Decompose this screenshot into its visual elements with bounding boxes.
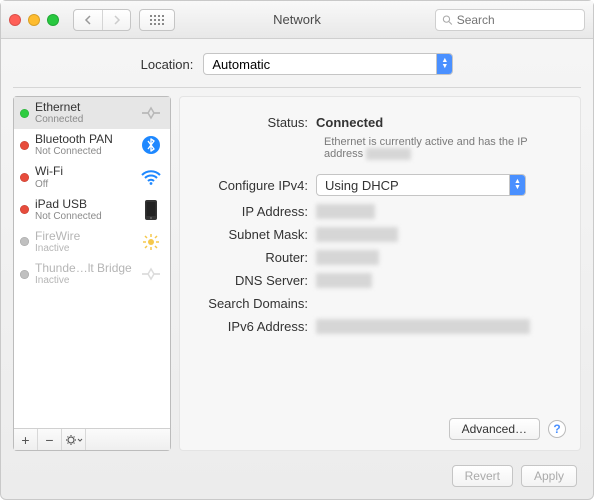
- sidebar-item-wifi[interactable]: Wi-FiOff: [14, 161, 170, 193]
- sidebar-item-thunderbolt[interactable]: Thunde…lt BridgeInactive: [14, 258, 170, 290]
- field-value: x x xxx xx: [316, 273, 564, 288]
- advanced-button[interactable]: Advanced…: [449, 418, 540, 440]
- field-label: DNS Server:: [196, 273, 316, 288]
- titlebar: Network: [1, 1, 593, 39]
- sidebar-item-firewire[interactable]: FireWireInactive: [14, 226, 170, 258]
- field-value: xxx xxx xxx xx: [316, 227, 564, 242]
- show-all-button[interactable]: [139, 9, 175, 31]
- back-button[interactable]: [74, 10, 102, 30]
- help-button[interactable]: ?: [548, 420, 566, 438]
- apply-button[interactable]: Apply: [521, 465, 577, 487]
- status-value: Connected: [316, 115, 383, 130]
- status-description: Ethernet is currently active and has the…: [196, 134, 564, 170]
- wifi-icon: [138, 166, 164, 188]
- updown-arrows-icon: ▲▼: [436, 54, 452, 74]
- service-status: Not Connected: [35, 146, 132, 157]
- nav-back-forward: [73, 9, 131, 31]
- status-dot-icon: [20, 270, 29, 279]
- location-row: Location: Automatic ▲▼: [1, 39, 593, 87]
- sidebar-item-ethernet[interactable]: EthernetConnected: [14, 97, 170, 129]
- service-name: FireWire: [35, 230, 132, 243]
- service-name: Bluetooth PAN: [35, 133, 132, 146]
- location-dropdown[interactable]: Automatic ▲▼: [203, 53, 453, 75]
- service-status: Inactive: [35, 243, 132, 254]
- detail-row: Subnet Mask:xxx xxx xxx xx: [196, 223, 564, 246]
- main-area: EthernetConnectedBluetooth PANNot Connec…: [1, 88, 593, 459]
- service-name: iPad USB: [35, 198, 132, 211]
- detail-row: IP Address:xxx xxx xx: [196, 200, 564, 223]
- service-status: Off: [35, 179, 132, 190]
- status-dot-icon: [20, 237, 29, 246]
- detail-row: IPv6 Address:xxxx xxxx xxxx x xxxx xxxx …: [196, 315, 564, 338]
- zoom-window-button[interactable]: [47, 14, 59, 26]
- window-controls: [9, 14, 59, 26]
- add-service-button[interactable]: +: [14, 429, 38, 450]
- redacted-value: x x xxx xx: [316, 273, 372, 288]
- chevron-left-icon: [84, 15, 92, 25]
- network-pref-window: Network Location: Automatic ▲▼ EthernetC…: [0, 0, 594, 500]
- sidebar-item-bluetooth[interactable]: Bluetooth PANNot Connected: [14, 129, 170, 161]
- redacted-value: xxx xxx xx: [316, 204, 375, 219]
- close-window-button[interactable]: [9, 14, 21, 26]
- service-status: Connected: [35, 114, 132, 125]
- minimize-window-button[interactable]: [28, 14, 40, 26]
- field-label: Router:: [196, 250, 316, 265]
- location-label: Location:: [141, 57, 194, 72]
- sidebar-footer: + −: [14, 428, 170, 450]
- service-name: Wi-Fi: [35, 165, 132, 178]
- status-dot-icon: [20, 141, 29, 150]
- field-label: Search Domains:: [196, 296, 316, 311]
- bluetooth-icon: [138, 134, 164, 156]
- field-value: xxxx xxxx xxxx x xxxx xxxx xxxx xxxx: [316, 319, 564, 334]
- detail-row: Router:xxx xxx x x: [196, 246, 564, 269]
- services-sidebar: EthernetConnectedBluetooth PANNot Connec…: [13, 96, 171, 451]
- detail-row: DNS Server:x x xxx xx: [196, 269, 564, 292]
- service-detail-pane: Status: Connected Ethernet is currently …: [179, 96, 581, 451]
- field-value: xxx xxx x x: [316, 250, 564, 265]
- service-name: Ethernet: [35, 101, 132, 114]
- services-list: EthernetConnectedBluetooth PANNot Connec…: [14, 97, 170, 428]
- service-name: Thunde…lt Bridge: [35, 262, 132, 275]
- field-label: IPv6 Address:: [196, 319, 316, 334]
- firewire-icon: [138, 231, 164, 253]
- configure-ipv4-value: Using DHCP: [325, 178, 399, 193]
- redacted-value: xxxx xxxx xxxx x xxxx xxxx xxxx xxxx: [316, 319, 530, 334]
- thunderbolt-icon: [138, 263, 164, 285]
- forward-button[interactable]: [102, 10, 130, 30]
- chevron-right-icon: [113, 15, 121, 25]
- status-dot-icon: [20, 205, 29, 214]
- service-actions-button[interactable]: [62, 429, 86, 450]
- status-dot-icon: [20, 109, 29, 118]
- field-value: xxx xxx xx: [316, 204, 564, 219]
- detail-row: Search Domains:: [196, 292, 564, 315]
- gear-icon: [65, 434, 83, 446]
- grid-icon: [150, 15, 164, 25]
- location-value: Automatic: [212, 57, 270, 72]
- search-input[interactable]: [457, 13, 578, 27]
- sidebar-item-ipad[interactable]: iPad USBNot Connected: [14, 194, 170, 226]
- search-icon: [442, 14, 453, 26]
- ipad-icon: [138, 199, 164, 221]
- field-label: Subnet Mask:: [196, 227, 316, 242]
- revert-button[interactable]: Revert: [452, 465, 513, 487]
- search-field[interactable]: [435, 9, 585, 31]
- configure-ipv4-label: Configure IPv4:: [196, 178, 316, 193]
- field-label: IP Address:: [196, 204, 316, 219]
- redacted-value: xxx xxx x x: [316, 250, 379, 265]
- service-status: Inactive: [35, 275, 132, 286]
- ethernet-icon: [138, 102, 164, 124]
- remove-service-button[interactable]: −: [38, 429, 62, 450]
- updown-arrows-icon: ▲▼: [509, 175, 525, 195]
- status-label: Status:: [196, 115, 316, 130]
- status-dot-icon: [20, 173, 29, 182]
- configure-ipv4-dropdown[interactable]: Using DHCP ▲▼: [316, 174, 526, 196]
- service-status: Not Connected: [35, 211, 132, 222]
- window-footer: Revert Apply: [1, 459, 593, 499]
- redacted-value: xxx xxx xxx xx: [316, 227, 398, 242]
